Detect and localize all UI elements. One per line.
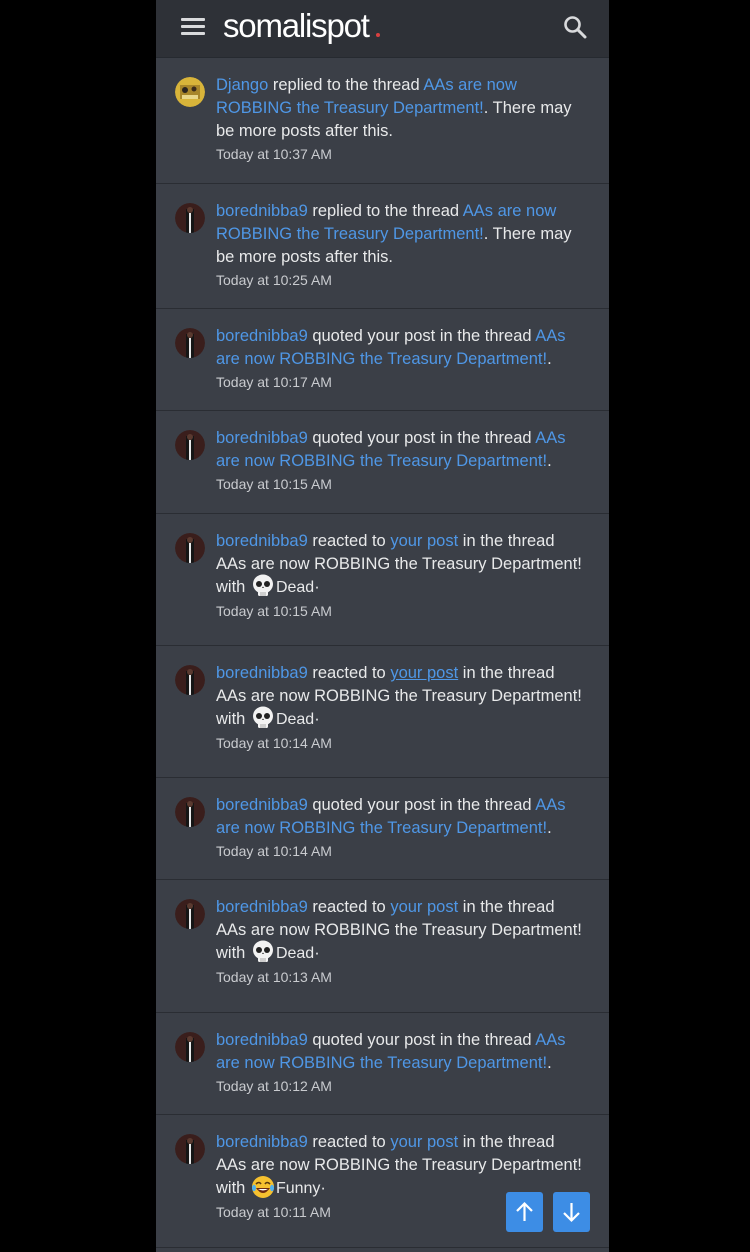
username-link[interactable]: borednibba9: [216, 1133, 308, 1151]
reaction-label: Dead: [275, 711, 315, 728]
avatar-borednibba9[interactable]: [175, 1134, 205, 1164]
alert-time: Today at 10:37 AM: [216, 146, 332, 162]
skull-emoji-icon: [250, 705, 276, 731]
alert-time: Today at 10:14 AM: [216, 843, 332, 859]
site-logo[interactable]: somalispot: [223, 6, 370, 46]
avatar-borednibba9[interactable]: [175, 1032, 205, 1062]
alert-item[interactable]: borednibba9 quoted your post in the thre…: [156, 411, 609, 514]
alert-action: quoted your post in the thread: [307, 327, 536, 345]
avatar-borednibba9[interactable]: [175, 665, 205, 695]
alert-item[interactable]: borednibba9 reacted to your post in the …: [156, 646, 609, 778]
alert-time: Today at 10:15 AM: [216, 603, 332, 619]
alert-action: quoted your post in the thread: [307, 429, 536, 447]
username-link[interactable]: borednibba9: [216, 202, 308, 220]
alert-text: borednibba9 quoted your post in the thre…: [216, 794, 588, 862]
alert-suffix: .: [547, 1054, 552, 1072]
avatar-django[interactable]: [175, 77, 205, 107]
alert-item[interactable]: borednibba9 replied to the thread AAs ar…: [156, 184, 609, 309]
alert-item[interactable]: borednibba9 quoted your post in the thre…: [156, 778, 609, 880]
reaction-label: Funny: [275, 1180, 321, 1197]
alert-suffix: .: [547, 819, 552, 837]
username-link[interactable]: Django: [216, 76, 268, 94]
reaction-end: ·: [314, 710, 320, 728]
reaction-label: Dead: [275, 945, 315, 962]
alert-action: replied to the thread: [268, 76, 424, 94]
alert-text: borednibba9 reacted to your post in the …: [216, 662, 588, 754]
hamburger-menu-icon[interactable]: [181, 17, 205, 37]
reaction-label: Dead: [275, 579, 315, 596]
post-link[interactable]: your post: [390, 898, 458, 916]
alert-text: borednibba9 replied to the thread AAs ar…: [216, 200, 588, 291]
alert-text: Django replied to the thread AAs are now…: [216, 74, 588, 165]
username-link[interactable]: borednibba9: [216, 664, 308, 682]
alert-item[interactable]: borednibba9 reacted to your post in the …: [156, 514, 609, 646]
avatar-borednibba9[interactable]: [175, 328, 205, 358]
alert-time: Today at 10:15 AM: [216, 476, 332, 492]
alert-time: Today at 10:13 AM: [216, 969, 332, 985]
post-link[interactable]: your post: [390, 664, 458, 682]
alert-text: borednibba9 quoted your post in the thre…: [216, 325, 588, 393]
alert-time: Today at 10:12 AM: [216, 1078, 332, 1094]
alert-time: Today at 10:14 AM: [216, 735, 332, 751]
avatar-borednibba9[interactable]: [175, 430, 205, 460]
skull-emoji-icon: [250, 939, 276, 965]
alert-item[interactable]: borednibba9 reacted to your post in the …: [156, 880, 609, 1013]
username-link[interactable]: borednibba9: [216, 796, 308, 814]
alert-item[interactable]: Django replied to the thread AAs are now…: [156, 58, 609, 184]
reaction-end: ·: [320, 1179, 326, 1197]
username-link[interactable]: borednibba9: [216, 327, 308, 345]
alert-suffix: .: [547, 350, 552, 368]
alert-time: Today at 10:17 AM: [216, 374, 332, 390]
alert-item[interactable]: borednibba9 quoted your post in the thre…: [156, 309, 609, 411]
page-column: somalispot Django replied to the thread …: [156, 0, 609, 1252]
skull-emoji-icon: [250, 573, 276, 599]
alert-action: reacted to: [307, 532, 391, 550]
username-link[interactable]: borednibba9: [216, 429, 308, 447]
alert-action: reacted to: [307, 1133, 391, 1151]
avatar-borednibba9[interactable]: [175, 533, 205, 563]
alert-action: reacted to: [307, 898, 391, 916]
scroll-to-bottom-button[interactable]: [553, 1192, 590, 1232]
top-navigation-bar: somalispot: [156, 0, 609, 58]
alert-text: borednibba9 reacted to your post in the …: [216, 896, 588, 988]
alert-item[interactable]: borednibba9 quoted your post in the thre…: [156, 1013, 609, 1115]
username-link[interactable]: borednibba9: [216, 1031, 308, 1049]
alert-action: replied to the thread: [307, 202, 463, 220]
username-link[interactable]: borednibba9: [216, 898, 308, 916]
scroll-to-top-button[interactable]: [506, 1192, 543, 1232]
search-icon[interactable]: [562, 14, 588, 40]
laughing-emoji-icon: [250, 1174, 276, 1200]
arrow-down-icon: [563, 1203, 580, 1223]
reaction-end: ·: [314, 944, 320, 962]
reaction-end: ·: [314, 578, 320, 596]
alert-text: borednibba9 reacted to your post in the …: [216, 530, 588, 622]
alert-text: borednibba9 quoted your post in the thre…: [216, 427, 588, 495]
alert-action: reacted to: [307, 664, 391, 682]
alert-suffix: .: [547, 452, 552, 470]
alert-action: quoted your post in the thread: [307, 796, 536, 814]
logo-accent-dot: [376, 33, 380, 37]
avatar-borednibba9[interactable]: [175, 203, 205, 233]
alert-time: Today at 10:25 AM: [216, 272, 332, 288]
username-link[interactable]: borednibba9: [216, 532, 308, 550]
post-link[interactable]: your post: [390, 532, 458, 550]
alert-action: quoted your post in the thread: [307, 1031, 536, 1049]
arrow-up-icon: [516, 1201, 533, 1221]
alert-text: borednibba9 quoted your post in the thre…: [216, 1029, 588, 1097]
avatar-borednibba9[interactable]: [175, 899, 205, 929]
avatar-borednibba9[interactable]: [175, 797, 205, 827]
post-link[interactable]: your post: [390, 1133, 458, 1151]
